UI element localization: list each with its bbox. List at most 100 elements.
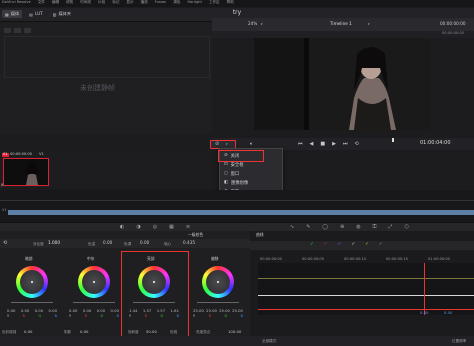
video-viewer[interactable]: [254, 38, 430, 130]
gamma-g-label: G: [100, 314, 104, 318]
lift-master-slider[interactable]: [11, 302, 53, 303]
bottom-right-mode[interactable]: 位置频率: [452, 339, 466, 344]
blur-tool-icon[interactable]: ◍: [356, 224, 360, 230]
gamma-master-slider[interactable]: [73, 302, 115, 303]
curve-yellow-icon[interactable]: ✓: [365, 242, 369, 247]
menu-fairlight[interactable]: Fairlight: [187, 0, 201, 5]
curve-blue-icon[interactable]: ✓: [338, 242, 342, 247]
play-reverse-icon[interactable]: ◀: [310, 141, 314, 147]
mini-timeline[interactable]: [0, 190, 474, 222]
gallery-watermark: 未创建静帧: [80, 84, 115, 92]
timeline-chevron-icon[interactable]: ▾: [368, 22, 370, 26]
reset-icon[interactable]: ⟲: [3, 240, 7, 246]
window-tool-icon[interactable]: ◯: [322, 224, 328, 230]
gallery-panel: 未创建静帧: [0, 22, 212, 134]
graph-playhead[interactable]: [424, 263, 425, 315]
grid-view-icon[interactable]: [4, 28, 11, 33]
wheel-gamma-label: 中灰: [87, 256, 95, 261]
curves-right-value[interactable]: 0.00: [444, 311, 452, 315]
menu-item-window[interactable]: ◻ 窗口: [220, 169, 282, 178]
qualifier-icon[interactable]: ✎: [306, 224, 310, 230]
menu-view[interactable]: 显示: [126, 0, 133, 5]
motion-effects-icon[interactable]: ≋: [186, 224, 190, 230]
key-tool-icon[interactable]: ⚿: [373, 224, 377, 230]
color-match-icon[interactable]: ◑: [136, 224, 140, 230]
gamma-wheel-handle[interactable]: [93, 281, 95, 283]
menu-playback[interactable]: 播放: [141, 0, 148, 5]
viewer-image: [254, 38, 430, 130]
menu-mark[interactable]: 标记: [112, 0, 119, 5]
color-wheels-icon[interactable]: ◎: [153, 224, 157, 230]
audio-icon[interactable]: 🔈︎: [250, 141, 253, 147]
menu-workspace[interactable]: 工作区: [209, 0, 220, 5]
menu-app[interactable]: DaVinci Resolve: [2, 0, 31, 5]
lift-y[interactable]: 0.00: [7, 308, 15, 313]
menu-clip[interactable]: 片段: [98, 0, 105, 5]
offset-g[interactable]: 25.00: [219, 308, 230, 313]
3d-tool-icon[interactable]: ⬡: [404, 224, 408, 230]
tracker-tool-icon[interactable]: ⊕: [340, 224, 344, 230]
offset-master-slider[interactable]: [197, 302, 239, 303]
keyframe-ruler[interactable]: 00:00:00:00 00:00:00:05 00:00:00:10 00:0…: [258, 255, 474, 263]
sat-value[interactable]: 50.00: [146, 330, 157, 334]
play-icon[interactable]: ▶: [332, 141, 336, 147]
list-view-icon[interactable]: [14, 28, 21, 33]
clip-thumbnail[interactable]: [3, 158, 49, 186]
lift-r[interactable]: 0.00: [21, 308, 29, 313]
col-boost-value[interactable]: 0.00: [24, 330, 32, 334]
timeline-clip[interactable]: [8, 210, 474, 215]
lift-wheel-handle[interactable]: [31, 281, 33, 283]
still-icon[interactable]: [24, 28, 31, 33]
gain-wheel-handle[interactable]: [153, 281, 155, 283]
timeline-name[interactable]: Timeline 1: [330, 21, 352, 26]
offset-wheel-handle[interactable]: [217, 281, 219, 283]
curves-right-value-2[interactable]: 0.00: [420, 311, 428, 315]
gamma-y[interactable]: 0.00: [69, 308, 77, 313]
menu-item-wipe[interactable]: ◧ 图像划像: [220, 178, 282, 187]
keyframe-graph[interactable]: [258, 263, 474, 315]
temp-value[interactable]: 0.00: [103, 240, 112, 245]
lift-g[interactable]: 0.00: [35, 308, 43, 313]
tint-value[interactable]: 0.00: [140, 240, 149, 245]
menu-fusion[interactable]: Fusion: [155, 0, 167, 5]
lift-b-label: B: [54, 314, 57, 318]
rgb-mixer-icon[interactable]: ▦: [169, 224, 174, 230]
bottom-left-mode[interactable]: 全部模式: [262, 339, 276, 344]
wheel-offset[interactable]: 偏移 25.00 25.00 25.00 25.00 Y R G B: [193, 252, 243, 338]
sizing-tool-icon[interactable]: ⤢: [388, 224, 392, 230]
chevron-down-icon[interactable]: ▾: [261, 22, 263, 26]
gamma-b[interactable]: 0.00: [111, 308, 119, 313]
menu-trim[interactable]: 修剪: [66, 0, 73, 5]
curve-red-icon[interactable]: ✓: [324, 242, 328, 247]
menu-bar: DaVinci Resolve 文件 编辑 修剪 时间线 片段 标记 显示 播放…: [0, 0, 474, 7]
offset-b[interactable]: 25.00: [232, 308, 243, 313]
offset-r[interactable]: 25.00: [206, 308, 217, 313]
curves-tool-icon[interactable]: ∿: [290, 224, 294, 230]
shadow-value[interactable]: 0.00: [80, 330, 88, 334]
menu-color[interactable]: 调色: [173, 0, 180, 5]
gamma-r[interactable]: 0.00: [83, 308, 91, 313]
wheel-lift[interactable]: 暗部 0.00 0.00 0.00 0.00 Y R G B: [7, 252, 57, 338]
curve-magenta-icon[interactable]: ✓: [379, 242, 383, 247]
contrast-value[interactable]: 1.000: [48, 240, 60, 245]
skip-forward-icon[interactable]: ⏭: [343, 141, 348, 147]
wheel-gamma[interactable]: 中灰 0.00 0.00 0.00 0.00 Y R G B: [69, 252, 119, 338]
loop-icon[interactable]: ⟲: [354, 141, 358, 147]
curve-luma-icon[interactable]: ✓: [351, 242, 355, 247]
menu-file[interactable]: 文件: [38, 0, 45, 5]
menu-timeline[interactable]: 时间线: [80, 0, 91, 5]
lift-b[interactable]: 0.00: [49, 308, 57, 313]
menu-edit[interactable]: 编辑: [52, 0, 59, 5]
pivot-value[interactable]: 0.435: [183, 240, 195, 245]
offset-y[interactable]: 25.00: [193, 308, 204, 313]
lum-value[interactable]: 100.00: [228, 330, 241, 334]
curve-green-icon[interactable]: ✓: [310, 242, 314, 247]
stop-icon[interactable]: ■: [320, 141, 325, 147]
menu-help[interactable]: 帮助: [227, 0, 234, 5]
playhead-marker[interactable]: [392, 138, 394, 142]
viewer-subbar: 00:00:00:00: [212, 31, 474, 38]
camera-raw-icon[interactable]: ◐: [120, 224, 124, 230]
skip-back-icon[interactable]: ⏮: [298, 141, 303, 147]
gamma-g[interactable]: 0.00: [97, 308, 105, 313]
zoom-level[interactable]: 24%: [248, 21, 257, 26]
